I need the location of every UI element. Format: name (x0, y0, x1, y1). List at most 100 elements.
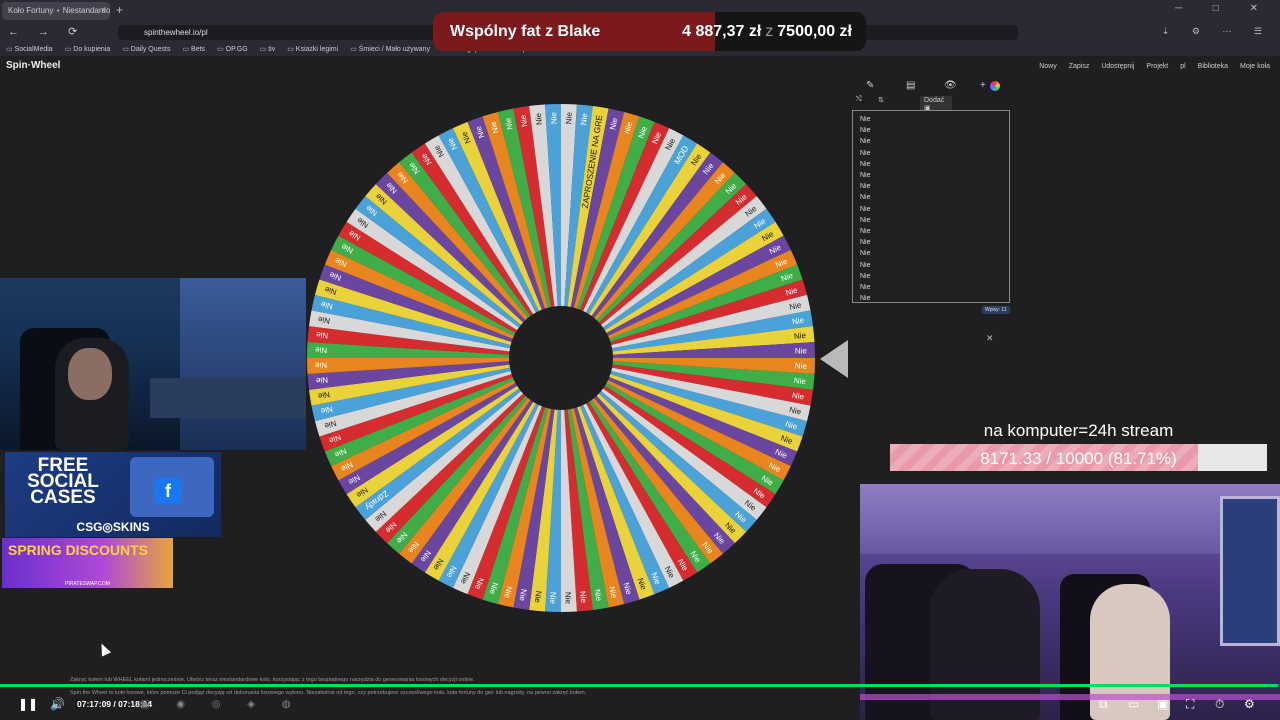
bookmark-item[interactable]: Daily Quests (122, 45, 171, 53)
bookmark-item[interactable]: Do kupienia (65, 45, 110, 53)
site-nav-item[interactable]: Moje koła (1240, 63, 1270, 70)
site-logo[interactable]: Spin·Wheel (6, 60, 60, 71)
goal-progress-bar: 8171.33 / 10000 (81.71%) (890, 444, 1267, 471)
wheel-label: Nie (534, 112, 544, 125)
bookmark-item[interactable]: SocialMedia (6, 45, 53, 53)
add-icon[interactable]: + (980, 80, 986, 91)
wheel-label: Nie (314, 345, 327, 354)
window-controls[interactable]: ─ □ ✕ (1175, 3, 1272, 14)
spin-wheel[interactable]: Nie Nie ZAPROSZENIE NA GRE Nie Nie Nie Nie Nie M… (306, 96, 821, 620)
pip-icon[interactable]: ▣ (1157, 697, 1168, 711)
bookmark-item[interactable]: Śmieci / Mało używany (350, 45, 430, 53)
wheel-label: Nie (315, 330, 328, 340)
wheel-label: Nie (314, 360, 327, 369)
entry-line: Nie (860, 160, 871, 168)
clipboard-icon[interactable]: ▤ (906, 80, 915, 91)
wheel-label: Nie (549, 111, 558, 124)
donation-amount: 4 887,37 zł z 7500,00 zł (682, 23, 852, 41)
volume-icon[interactable]: 🔊 (50, 697, 65, 711)
wheel-svg[interactable]: Nie NieZAPROSZENIE NA GRE Nie Nie Nie Nie NieM… (306, 96, 821, 620)
site-nav-item[interactable]: Biblioteka (1198, 63, 1228, 70)
donation-current: 4 887,37 zł (682, 23, 762, 40)
panel-subtoolbar: ⤭ ⇅ Dodać ▣ (852, 96, 952, 113)
donation-title: Wspólny fat z Blake (450, 23, 601, 40)
ad2-headline: SPRING DISCOUNTS (8, 542, 149, 558)
entry-line: Nie (860, 239, 871, 247)
bookmark-item[interactable]: tiv (260, 45, 275, 53)
browser-tab[interactable]: Koło Fortuny ⋆ Niestandardowe × (2, 2, 110, 20)
wheel-label: Nie (315, 375, 328, 385)
ad1-brand: CSG◎SKINS (76, 520, 150, 534)
pause-icon[interactable]: ❚❚ (18, 697, 38, 711)
wheel-label: Nie (795, 361, 808, 370)
video-progress-bar[interactable] (0, 684, 1280, 687)
browser-toolbar-icons[interactable]: ⇣ ⚙ ⋯ ☰ (1162, 26, 1272, 37)
color-palette-icon[interactable] (990, 81, 1000, 91)
wheel-hub[interactable] (509, 306, 613, 410)
wheel-label: Nie (794, 331, 807, 341)
wheel-label: Nie (579, 112, 589, 125)
site-nav-item[interactable]: Zapisz (1069, 63, 1090, 70)
site-nav-item[interactable]: Udostępnij (1101, 63, 1134, 70)
close-icon[interactable]: ✕ (986, 333, 994, 344)
player-controls: ❚❚ 🔊 07:17:09 / 07:18:14 ▣ ◉ ◎ ◈ ◍ ⧉ ▭ ▣… (0, 690, 1280, 720)
eye-icon[interactable]: 👁 (944, 80, 957, 91)
donation-target: 7500,00 zł (777, 23, 852, 40)
shuffle-icon[interactable]: ⤭ (856, 96, 862, 104)
site-header: Spin·Wheel Nowy Zapisz Udostępnij Projekt pl… (0, 56, 1280, 78)
tab-close-icon[interactable]: × (101, 5, 106, 15)
wheel-label: Nie (795, 346, 808, 355)
edit-icon[interactable]: ✎ (866, 80, 874, 91)
new-tab-button[interactable]: + (116, 3, 123, 17)
tab-title: Koło Fortuny ⋆ Niestandardowe (8, 6, 110, 15)
fullscreen-icon[interactable]: ⛶ (1186, 697, 1194, 712)
site-nav: Nowy Zapisz Udostępnij Projekt pl Biblioteka M… (1039, 63, 1270, 70)
entry-count-badge: Wpisy: 11 (982, 306, 1010, 314)
theater-icon[interactable]: ▭ (1128, 697, 1139, 711)
donation-separator: z (765, 23, 774, 40)
bookmark-item[interactable]: OP.GG (217, 45, 248, 53)
wheel-label: Nie (533, 590, 543, 603)
goal-progress-text: 8171.33 / 10000 (81.71%) (980, 449, 1177, 468)
entry-line: Nie (860, 216, 871, 224)
panel-toolbar: ✎ ▤ 👁 + (862, 80, 1012, 94)
entry-line: Nie (860, 250, 871, 258)
entry-line: Nie (860, 138, 871, 146)
donation-goal-overlay: Wspólny fat z Blake 4 887,37 zł z 7500,00 … (433, 12, 866, 51)
entry-line: Nie (860, 149, 871, 157)
site-nav-item[interactable]: pl (1180, 63, 1185, 70)
sort-icon[interactable]: ⇅ (878, 96, 884, 104)
entry-line: Nie (860, 272, 871, 280)
site-nav-item[interactable]: Projekt (1146, 63, 1168, 70)
csgoskins-ad[interactable]: FREE SOCIAL CASES f CSG◎SKINS (5, 452, 221, 537)
miniplayer-icon[interactable]: ⧉ (1099, 697, 1108, 712)
entry-line: Nie (860, 228, 871, 236)
wheel-label: Nie (563, 592, 572, 605)
video-progress-fill (0, 684, 1279, 687)
entry-line: Nie (860, 295, 871, 303)
entries-textarea[interactable]: Nie Nie Nie Nie Nie Nie Nie Nie Nie Nie Nie Nie Nie N… (852, 110, 1010, 303)
pirateswap-ad[interactable]: SPRING DISCOUNTS PIRATESWAP.COM (2, 538, 173, 588)
browser-nav-buttons[interactable]: ← → ⟳ (8, 25, 85, 38)
wheel-label: Nie (548, 592, 557, 605)
entry-line: Nie (860, 172, 871, 180)
wheel-label: Nie (793, 376, 806, 386)
entry-line: Nie (860, 284, 871, 292)
wheel-label: Nie (578, 591, 588, 604)
entry-line: Nie (860, 116, 871, 123)
webcam-left (0, 278, 306, 450)
wheel-pointer (820, 340, 848, 378)
settings-icon[interactable]: ⚙ (1244, 697, 1255, 711)
entry-line: Nie (860, 183, 871, 191)
entry-line: Nie (860, 261, 871, 269)
entry-line: Nie (860, 194, 871, 202)
bookmark-item[interactable]: Ksiazki legimi (287, 45, 338, 53)
stream-frame: Koło Fortuny ⋆ Niestandardowe × + ─ □ ✕ … (0, 0, 1280, 720)
speed-icon[interactable]: ⏱ (1215, 697, 1224, 712)
taskbar-icons: ▣ ◉ ◎ ◈ ◍ (140, 699, 303, 710)
site-nav-item[interactable]: Nowy (1039, 63, 1057, 70)
entry-line: Nie (860, 205, 871, 213)
goal-title: na komputer=24h stream (983, 421, 1174, 440)
bookmark-item[interactable]: Bets (182, 45, 205, 53)
entry-line: Nie (860, 127, 871, 135)
